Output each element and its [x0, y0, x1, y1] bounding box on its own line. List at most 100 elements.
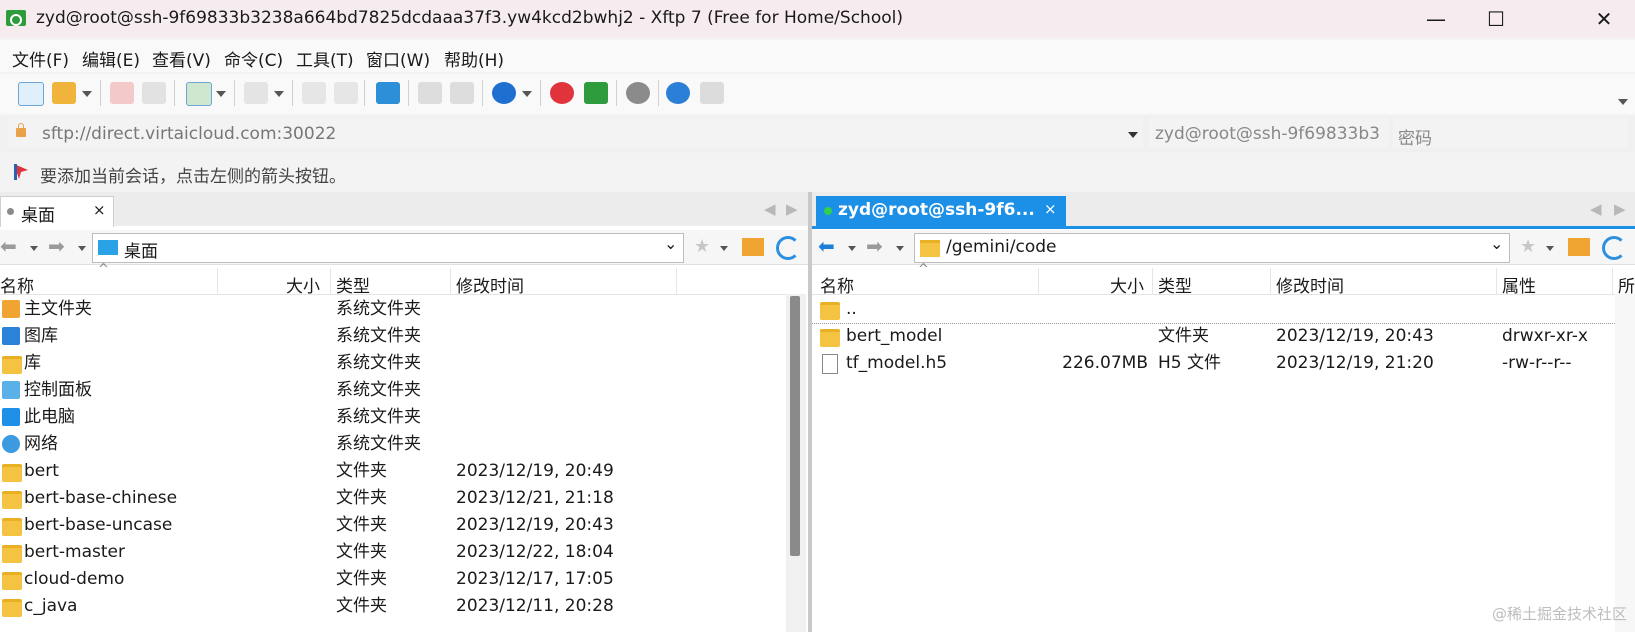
- table-row[interactable]: 图库 系统文件夹: [0, 323, 786, 350]
- maximize-button[interactable]: ☐: [1466, 0, 1526, 38]
- file-modified: 2023/12/19, 20:43: [1276, 326, 1434, 346]
- toolbar-separator: [658, 80, 659, 106]
- toolbar-overflow-icon[interactable]: [1618, 99, 1628, 105]
- disconnect-icon[interactable]: [110, 82, 134, 104]
- remote-scrollbar[interactable]: [1615, 294, 1635, 632]
- table-row[interactable]: 控制面板 系统文件夹: [0, 377, 786, 404]
- table-row[interactable]: bert 文件夹 2023/12/19, 20:49: [0, 458, 786, 485]
- table-row[interactable]: tf_model.h5 226.07MB H5 文件 2023/12/19, 21:2…: [812, 350, 1629, 377]
- table-row[interactable]: 此电脑 系统文件夹: [0, 404, 786, 431]
- refresh-icon[interactable]: [776, 236, 800, 260]
- copy-icon[interactable]: [418, 82, 442, 104]
- column-name[interactable]: 名称: [820, 272, 854, 297]
- xftp-icon[interactable]: [584, 82, 608, 104]
- menu-command[interactable]: 命令(C): [224, 46, 283, 71]
- home-icon[interactable]: [1568, 238, 1590, 256]
- globe-dropdown-icon[interactable]: [522, 91, 532, 97]
- forward-arrow-icon[interactable]: ➡: [866, 234, 883, 258]
- column-type[interactable]: 类型: [1158, 272, 1192, 297]
- column-modified[interactable]: 修改时间: [1276, 272, 1344, 297]
- gear-icon[interactable]: [626, 82, 650, 104]
- toolbar-separator: [174, 80, 175, 106]
- tab-scroll-left-icon[interactable]: ◀: [764, 200, 776, 218]
- file-type: 系统文件夹: [336, 353, 421, 373]
- file-name: ..: [846, 299, 857, 319]
- favorite-star-icon[interactable]: ★: [1520, 236, 1536, 257]
- xshell-icon[interactable]: [550, 82, 574, 104]
- open-dropdown-icon[interactable]: [82, 91, 92, 97]
- sync-icon[interactable]: [376, 82, 400, 104]
- table-row[interactable]: bert-base-chinese 文件夹 2023/12/21, 21:18: [0, 485, 786, 512]
- table-row[interactable]: ..: [812, 296, 1615, 324]
- local-path-input[interactable]: [92, 233, 684, 263]
- path-dropdown-icon[interactable]: ⌄: [664, 234, 677, 253]
- download-icon[interactable]: [334, 82, 358, 104]
- transfer-dropdown-icon[interactable]: [274, 91, 284, 97]
- column-modified[interactable]: 修改时间: [456, 272, 524, 297]
- back-dropdown-icon[interactable]: [848, 246, 856, 251]
- new-tab-dropdown-icon[interactable]: [216, 91, 226, 97]
- help-icon[interactable]: [666, 82, 690, 104]
- minimize-button[interactable]: —: [1406, 0, 1466, 38]
- paste-icon[interactable]: [450, 82, 474, 104]
- new-session-icon[interactable]: [18, 82, 44, 106]
- address-url: sftp://direct.virtaicloud.com:30022: [42, 124, 337, 144]
- menu-view[interactable]: 查看(V): [152, 46, 211, 71]
- path-dropdown-icon[interactable]: ⌄: [1490, 234, 1503, 253]
- table-row[interactable]: 主文件夹 系统文件夹: [0, 296, 786, 323]
- table-row[interactable]: bert_model 文件夹 2023/12/19, 20:43 drwxr-xr-x…: [812, 323, 1629, 350]
- address-dropdown-icon[interactable]: [1128, 132, 1138, 138]
- favorite-dropdown-icon[interactable]: [1546, 246, 1554, 251]
- table-row[interactable]: cloud-demo 文件夹 2023/12/17, 17:05: [0, 566, 786, 593]
- column-type[interactable]: 类型: [336, 272, 370, 297]
- column-attributes[interactable]: 属性: [1502, 272, 1536, 297]
- table-row[interactable]: 库 系统文件夹: [0, 350, 786, 377]
- menu-window[interactable]: 窗口(W): [366, 46, 430, 71]
- refresh-icon[interactable]: [1602, 236, 1626, 260]
- menu-tools[interactable]: 工具(T): [296, 46, 354, 71]
- tab-label: zyd@root@ssh-9f6...: [838, 200, 1035, 220]
- file-name: bert-base-uncase: [24, 515, 173, 535]
- column-size[interactable]: 大小: [1110, 272, 1144, 297]
- home-icon[interactable]: [742, 238, 764, 256]
- menu-edit[interactable]: 编辑(E): [82, 46, 140, 71]
- table-row[interactable]: c_java 文件夹 2023/12/11, 20:28: [0, 593, 786, 620]
- back-arrow-icon[interactable]: ⬅: [0, 234, 17, 258]
- table-row[interactable]: bert-base-uncase 文件夹 2023/12/19, 20:43: [0, 512, 786, 539]
- tab-scroll-right-icon[interactable]: ▶: [1614, 200, 1626, 218]
- folder-icon: [2, 545, 22, 563]
- back-arrow-icon[interactable]: ⬅: [818, 234, 835, 258]
- tab-close-icon[interactable]: ×: [93, 201, 106, 219]
- add-session-arrow-icon[interactable]: [14, 164, 28, 180]
- tab-close-icon[interactable]: ×: [1044, 200, 1057, 218]
- globe-icon[interactable]: [492, 82, 516, 104]
- reconnect-icon[interactable]: [142, 82, 166, 104]
- file-type: 系统文件夹: [336, 326, 421, 346]
- tab-scroll-right-icon[interactable]: ▶: [786, 200, 798, 218]
- menu-help[interactable]: 帮助(H): [444, 46, 504, 71]
- tab-remote-session[interactable]: zyd@root@ssh-9f6... ×: [816, 196, 1066, 226]
- chat-icon[interactable]: [700, 82, 724, 104]
- forward-dropdown-icon[interactable]: [896, 246, 904, 251]
- table-row[interactable]: bert-master 文件夹 2023/12/22, 18:04: [0, 539, 786, 566]
- favorite-dropdown-icon[interactable]: [720, 246, 728, 251]
- forward-arrow-icon[interactable]: ➡: [48, 234, 65, 258]
- close-button[interactable]: ✕: [1574, 0, 1634, 38]
- table-row[interactable]: 网络 系统文件夹: [0, 431, 786, 458]
- new-tab-icon[interactable]: [186, 82, 212, 106]
- open-folder-icon[interactable]: [52, 82, 76, 104]
- transfer-icon[interactable]: [244, 82, 268, 104]
- menu-file[interactable]: 文件(F): [12, 46, 69, 71]
- sort-indicator-icon: ^: [98, 262, 109, 277]
- tab-local-desktop[interactable]: 桌面 ×: [0, 196, 114, 227]
- column-size[interactable]: 大小: [286, 272, 320, 297]
- computer-icon: [2, 408, 20, 426]
- favorite-star-icon[interactable]: ★: [694, 236, 710, 257]
- back-dropdown-icon[interactable]: [30, 246, 38, 251]
- column-name[interactable]: 名称: [0, 272, 34, 297]
- upload-icon[interactable]: [302, 82, 326, 104]
- forward-dropdown-icon[interactable]: [78, 246, 86, 251]
- tab-scroll-left-icon[interactable]: ◀: [1590, 200, 1602, 218]
- local-scroll-thumb[interactable]: [790, 296, 800, 556]
- file-name: bert: [24, 461, 59, 481]
